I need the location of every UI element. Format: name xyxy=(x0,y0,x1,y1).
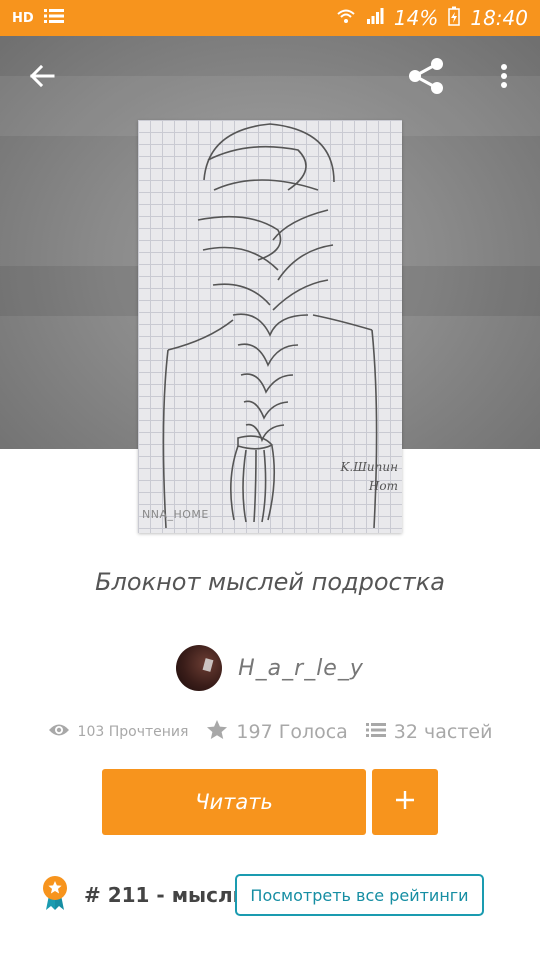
reads-stat: 103 Прочтения xyxy=(48,722,189,742)
arrow-left-icon xyxy=(29,63,55,93)
cover-signature: K.Шипин Hom xyxy=(328,458,398,496)
list-icon xyxy=(365,722,386,742)
parts-count: 32 частей xyxy=(393,721,493,743)
add-to-library-button[interactable] xyxy=(372,769,438,835)
battery-text: 14% xyxy=(393,6,439,30)
stats-row: 103 Прочтения 197 Голоса 32 частей xyxy=(0,717,540,747)
view-all-ratings-button[interactable]: Посмотреть все рейтинги xyxy=(235,874,484,916)
back-button[interactable] xyxy=(18,54,66,102)
wifi-icon xyxy=(336,6,356,30)
more-vert-icon xyxy=(500,63,508,93)
author-name[interactable]: H_a_r_le_y xyxy=(238,656,364,681)
rank-text: # 211 - мысли xyxy=(84,883,247,907)
story-cover[interactable]: K.Шипин Hom NNA_HOME xyxy=(138,120,402,533)
plus-icon xyxy=(394,789,416,815)
reads-count: 103 Прочтения xyxy=(77,724,189,740)
eye-icon xyxy=(48,722,70,742)
signature-line: Hom xyxy=(368,479,398,494)
star-icon xyxy=(206,719,228,745)
status-bar: HD 14% 18:40 xyxy=(0,0,540,36)
network-label: HD xyxy=(12,10,34,26)
share-icon xyxy=(407,57,445,99)
votes-stat: 197 Голоса xyxy=(206,719,348,745)
parts-stat: 32 частей xyxy=(365,721,493,743)
signal-icon xyxy=(366,6,384,30)
award-ribbon-icon xyxy=(40,875,70,915)
avatar[interactable] xyxy=(176,645,223,691)
status-left: HD xyxy=(12,8,64,28)
rank-row: # 211 - мысли xyxy=(40,874,247,916)
votes-count: 197 Голоса xyxy=(236,721,348,743)
cover-watermark: NNA_HOME xyxy=(142,508,209,521)
share-button[interactable] xyxy=(402,54,450,102)
battery-charging-icon xyxy=(448,6,461,31)
notification-list-icon xyxy=(43,8,64,28)
signature-line: K.Шипин xyxy=(340,460,398,474)
clock: 18:40 xyxy=(470,6,528,30)
read-button[interactable]: Читать xyxy=(102,769,366,835)
story-title: Блокнот мыслей подростка xyxy=(95,568,445,596)
more-options-button[interactable] xyxy=(480,54,528,102)
author-row[interactable]: H_a_r_le_y xyxy=(0,645,540,691)
status-right: 14% 18:40 xyxy=(336,6,528,31)
